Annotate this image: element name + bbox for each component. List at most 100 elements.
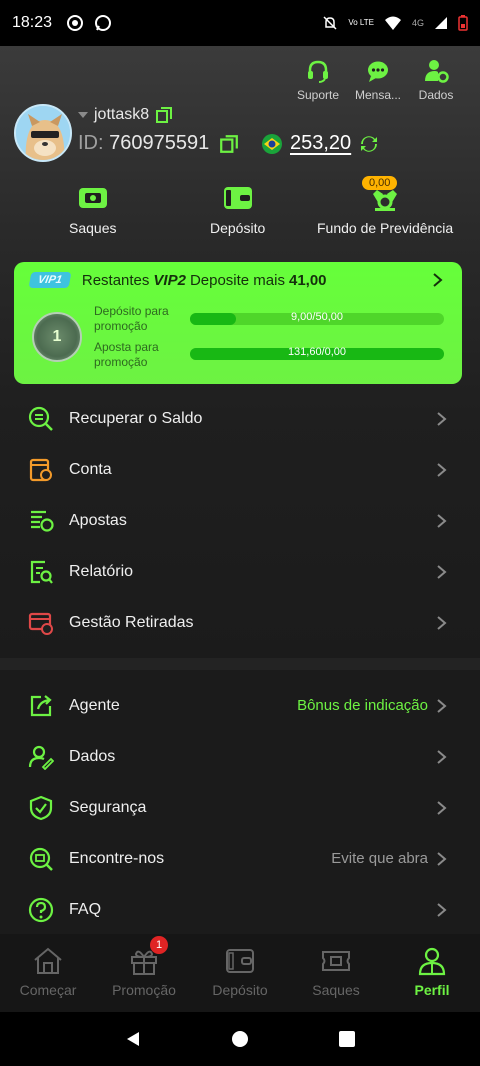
avatar[interactable]: [14, 104, 72, 162]
chevron-right-icon: [437, 564, 447, 579]
data-label: Dados: [418, 88, 454, 102]
pension-fund-action[interactable]: 0,00 Fundo de Previdência: [317, 176, 454, 236]
menu-item-report[interactable]: Relatório: [0, 546, 480, 597]
deposit-progress-label-line1: Depósito para: [94, 304, 169, 318]
back-icon[interactable]: [124, 1030, 142, 1048]
balance-amount: 253,20: [290, 132, 352, 154]
referral-bonus-text: Bônus de indicação: [297, 697, 428, 714]
username-row: jottask8: [78, 106, 173, 124]
system-nav-bar: [0, 1012, 480, 1066]
chevron-right-icon: [437, 800, 447, 815]
recover-balance-icon: [28, 406, 53, 431]
volte-icon: Vo LTE: [348, 18, 374, 27]
tab-label: Perfil: [414, 982, 450, 998]
signal-icon: [435, 17, 447, 29]
vip-next-level: VIP2: [153, 271, 186, 289]
menu-item-data[interactable]: Dados: [0, 731, 480, 782]
bottom-tab-bar: Começar 1 Promoção Depósito Saques Perfi…: [0, 934, 480, 1012]
bet-progress-label-line1: Aposta para: [94, 340, 159, 354]
vip-card[interactable]: VIP1 Restantes VIP2 Deposite mais 41,00 …: [14, 262, 462, 384]
record-icon: [67, 15, 84, 31]
wifi-icon: [384, 16, 401, 30]
deposit-progress-text: 9,00/50,00: [291, 311, 343, 323]
account-icon: [29, 458, 52, 481]
data-button[interactable]: Dados: [412, 58, 460, 102]
balance-row: 253,20: [262, 132, 379, 155]
tab-profile[interactable]: Perfil: [384, 934, 480, 1012]
user-id-row: ID: 760975591: [78, 132, 239, 155]
caret-down-icon[interactable]: [78, 111, 88, 119]
status-notification-icons: [66, 14, 112, 32]
deposit-progress-label: Depósito para promoção: [94, 304, 169, 334]
menu-item-find-us[interactable]: Encontre-nos Evite que abra: [0, 833, 480, 884]
promotion-badge: 1: [150, 936, 168, 954]
network-type: 4G: [411, 18, 424, 28]
deposit-action[interactable]: Depósito: [210, 184, 265, 236]
menu-item-agent[interactable]: Agente Bônus de indicação: [0, 680, 480, 731]
menu-item-account[interactable]: Conta: [0, 444, 480, 495]
withdraw-icon: [78, 188, 107, 208]
menu-label: Recuperar o Saldo: [69, 409, 203, 427]
dog-avatar-icon: [16, 106, 70, 160]
menu-label: Conta: [69, 460, 112, 478]
withdraw-action[interactable]: Saques: [69, 184, 116, 236]
chevron-right-icon: [437, 698, 447, 713]
home-circle-icon[interactable]: [231, 1030, 249, 1048]
refresh-icon[interactable]: [359, 134, 379, 154]
chevron-right-icon: [437, 615, 447, 630]
tab-label: Depósito: [212, 982, 268, 998]
chat-icon: [368, 61, 388, 82]
profile-header: Suporte Mensa... Dados jottask8 ID: 7609…: [0, 46, 480, 658]
vip-deposit-more-text: Deposite mais: [189, 271, 285, 289]
copy-icon[interactable]: [155, 106, 173, 124]
menu-label: Encontre-nos: [69, 849, 165, 867]
recents-icon[interactable]: [338, 1030, 356, 1048]
deposit-progress-bar: 9,00/50,00: [190, 311, 444, 325]
user-gear-icon: [425, 60, 449, 83]
section-divider: [0, 658, 480, 670]
menu-item-faq[interactable]: FAQ: [0, 884, 480, 935]
top-shortcuts: Suporte Mensa... Dados: [292, 58, 460, 102]
menu-item-recover-balance[interactable]: Recuperar o Saldo: [0, 393, 480, 444]
brazil-flag-icon: [262, 133, 282, 154]
share-icon: [30, 694, 52, 716]
vip-medal-level: 1: [52, 328, 62, 345]
tab-deposit[interactable]: Depósito: [192, 934, 288, 1012]
tab-promotion[interactable]: 1 Promoção: [96, 934, 192, 1012]
find-us-hint: Evite que abra: [331, 850, 428, 867]
vip-remaining-text: Restantes: [81, 271, 150, 289]
messages-button[interactable]: Mensa...: [352, 58, 404, 102]
copy-id-icon[interactable]: [219, 134, 239, 154]
menu-label: Segurança: [69, 798, 147, 816]
chevron-right-icon: [437, 513, 447, 528]
report-icon: [30, 560, 53, 584]
support-label: Suporte: [296, 88, 340, 102]
profile-screen: Suporte Mensa... Dados jottask8 ID: 7609…: [0, 46, 480, 1012]
menu-label: Agente: [69, 696, 120, 714]
user-edit-icon: [28, 745, 54, 770]
menu-item-bets[interactable]: Apostas: [0, 495, 480, 546]
menu-general: Agente Bônus de indicação Dados Seguranç…: [0, 670, 480, 934]
id-label: ID:: [78, 132, 104, 154]
battery-icon: [458, 15, 468, 31]
messages-label: Mensa...: [354, 88, 402, 102]
menu-label: Gestão Retiradas: [69, 613, 194, 631]
chevron-right-icon: [437, 749, 447, 764]
bet-progress-label-line2: promoção: [94, 355, 148, 369]
mute-icon: [323, 16, 337, 30]
tab-label: Saques: [312, 982, 360, 998]
pension-fund-label: Fundo de Previdência: [317, 220, 454, 236]
status-time: 18:23: [12, 14, 53, 31]
chevron-right-icon[interactable]: [432, 272, 444, 288]
tab-label: Começar: [19, 982, 77, 998]
support-button[interactable]: Suporte: [292, 58, 344, 102]
find-us-icon: [29, 847, 53, 871]
menu-item-withdraw-management[interactable]: Gestão Retiradas: [0, 597, 480, 648]
menu-label: Relatório: [69, 562, 134, 580]
question-icon: [28, 897, 54, 922]
menu-item-security[interactable]: Segurança: [0, 782, 480, 833]
wallet-icon: [223, 187, 252, 209]
tab-withdraw[interactable]: Saques: [288, 934, 384, 1012]
tab-home[interactable]: Começar: [0, 934, 96, 1012]
username: jottask8: [94, 106, 150, 123]
